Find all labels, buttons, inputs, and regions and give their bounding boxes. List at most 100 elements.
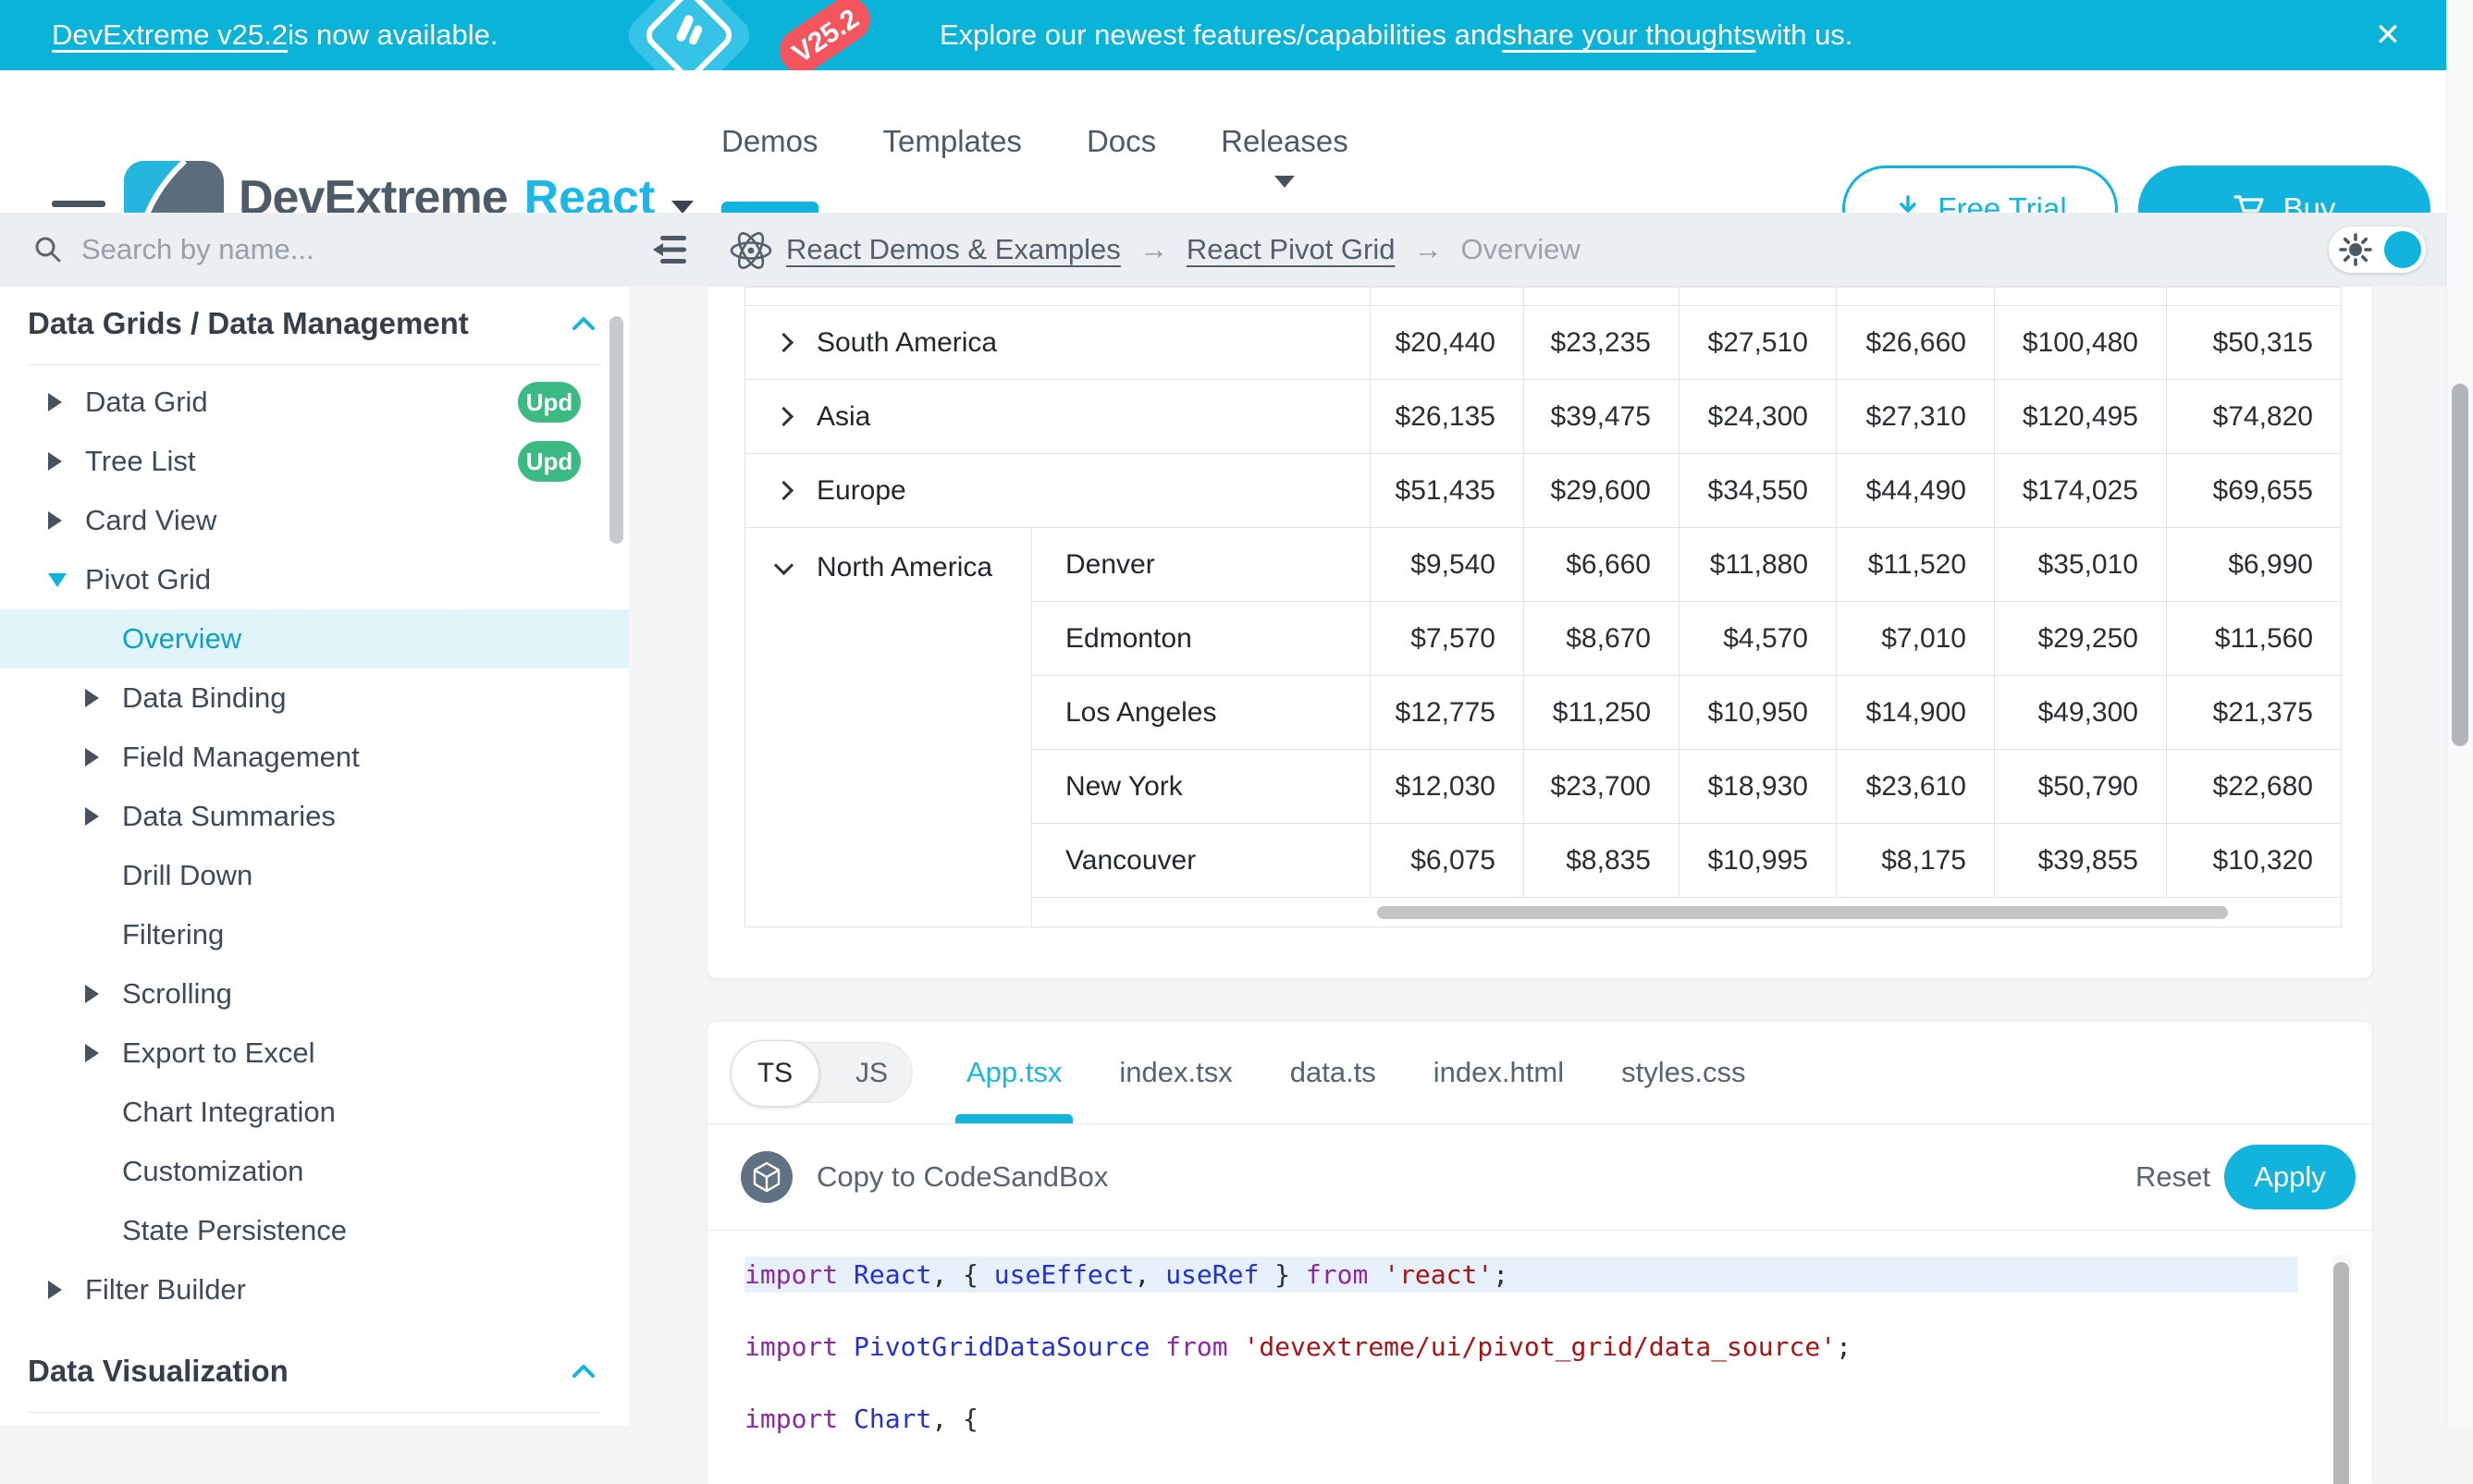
code-scrollbar-track [2332, 1255, 2352, 1484]
code-line [744, 1293, 2372, 1329]
apply-button[interactable]: Apply [2224, 1145, 2356, 1209]
pivot-value-cell: $39,855 [1995, 824, 2167, 898]
collapse-sidebar-icon[interactable] [649, 231, 690, 273]
sidebar-section-data-visualization[interactable]: Data Visualization [28, 1353, 596, 1390]
pivot-city-cell: New York [1032, 750, 1371, 824]
nav-item-demos[interactable]: Demos [721, 70, 818, 213]
tab-index-html[interactable]: index.html [1433, 1022, 1564, 1123]
region-label: South America [817, 327, 997, 359]
sidebar-item-pivot-grid[interactable]: Pivot Grid [0, 550, 629, 609]
table-row-asia: Asia$26,135$39,475$24,300$27,310$120,495… [745, 380, 2342, 454]
nav-item-docs[interactable]: Docs [1087, 70, 1156, 213]
sidebar-item-label: Data Binding [122, 681, 287, 715]
pivot-value-cell: $7,010 [1837, 602, 1995, 676]
code-scrollbar-thumb[interactable] [2333, 1262, 2349, 1484]
region-label: Asia [817, 401, 870, 433]
sidebar-item-filter-builder[interactable]: Filter Builder [0, 1260, 629, 1319]
language-option-js[interactable]: JS [855, 1043, 888, 1104]
pivot-value-cell: $51,435 [1371, 454, 1524, 528]
code-editor[interactable]: import React, { useEffect, useRef } from… [707, 1231, 2372, 1484]
breadcrumb-link-pivot-grid[interactable]: React Pivot Grid [1187, 233, 1396, 266]
page-scrollbar-thumb[interactable] [2452, 384, 2468, 746]
sidebar-item-export-to-excel[interactable]: Export to Excel [0, 1024, 629, 1083]
nav-item-releases[interactable]: Releases [1221, 70, 1348, 213]
tab-data-ts[interactable]: data.ts [1290, 1022, 1376, 1123]
sidebar-section-data-grids[interactable]: Data Grids / Data Management [28, 305, 596, 342]
pivot-region-cell[interactable]: South America [745, 306, 1371, 380]
sidebar-item-data-binding[interactable]: Data Binding [0, 668, 629, 728]
tab-styles-css[interactable]: styles.css [1621, 1022, 1745, 1123]
pivot-value-cell: $29,250 [1995, 602, 2167, 676]
tab-index-tsx[interactable]: index.tsx [1119, 1022, 1232, 1123]
code-token: 'devextreme/ui/pivot_grid/data_source' [1243, 1331, 1836, 1362]
nav-item-templates[interactable]: Templates [883, 70, 1022, 213]
sidebar-item-card-view[interactable]: Card View [0, 491, 629, 550]
sidebar-item-customization[interactable]: Customization [0, 1142, 629, 1201]
table-row-europe: Europe$51,435$29,600$34,550$44,490$174,0… [745, 454, 2342, 528]
chevron-right-icon[interactable] [774, 407, 794, 426]
code-token: import [744, 1331, 854, 1362]
chevron-right-icon [85, 748, 122, 767]
pivot-city-cell: Los Angeles [1032, 676, 1371, 750]
sidebar-scrollbar-thumb[interactable] [609, 316, 623, 544]
pivot-region-cell[interactable]: Asia [745, 380, 1371, 454]
pivot-value-cell: $34,550 [1679, 454, 1837, 528]
pivot-value-cell: $8,175 [1837, 824, 1995, 898]
sidebar-item-tree-list[interactable]: Tree ListUpd [0, 432, 629, 491]
pivot-value-cell [2167, 288, 2342, 306]
chevron-right-icon[interactable] [774, 333, 794, 352]
sidebar-item-scrolling[interactable]: Scrolling [0, 964, 629, 1024]
copy-to-codesandbox-label: Copy to CodeSandBox [817, 1160, 1108, 1194]
pivot-value-cell: $27,510 [1679, 306, 1837, 380]
banner-version-link[interactable]: DevExtreme v25.2 [52, 18, 288, 52]
breadcrumb-current: Overview [1461, 233, 1581, 266]
sidebar: Data Grids / Data Management Data GridUp… [0, 213, 629, 1426]
chevron-right-icon [48, 1281, 85, 1299]
breadcrumb-separator: → [1414, 233, 1443, 266]
pivot-value-cell [1995, 288, 2167, 306]
sidebar-item-overview[interactable]: Overview [0, 609, 629, 668]
upd-badge: Upd [518, 382, 581, 423]
sidebar-item-drill-down[interactable]: Drill Down [0, 846, 629, 905]
banner-close-button[interactable]: ✕ [2360, 0, 2416, 70]
nav-label: Docs [1087, 124, 1156, 159]
theme-toggle[interactable] [2329, 227, 2426, 273]
sidebar-item-label: Card View [85, 504, 216, 537]
code-line: import Chart, { [744, 1401, 2372, 1437]
banner-version-rest: is now available. [288, 18, 498, 52]
pivot-value-cell: $49,300 [1995, 676, 2167, 750]
banner-share-link[interactable]: share your thoughts [1502, 18, 1755, 52]
language-toggle[interactable]: TS JS [732, 1042, 913, 1103]
sidebar-item-label: Customization [122, 1155, 303, 1188]
sidebar-search [0, 213, 629, 287]
tab-app-tsx[interactable]: App.tsx [966, 1022, 1062, 1123]
copy-to-codesandbox-button[interactable]: Copy to CodeSandBox [741, 1124, 1108, 1230]
reset-button[interactable]: Reset [2135, 1124, 2210, 1230]
language-option-ts[interactable]: TS [731, 1040, 819, 1107]
chevron-right-icon [85, 1044, 122, 1062]
theme-toggle-knob[interactable] [2384, 231, 2421, 268]
sidebar-items: Data GridUpdTree ListUpdCard ViewPivot G… [0, 373, 629, 1319]
search-icon [33, 235, 63, 264]
code-line: import PivotGridDataSource from 'devextr… [744, 1329, 2372, 1365]
chevron-right-icon[interactable] [774, 481, 794, 500]
sidebar-item-filtering[interactable]: Filtering [0, 905, 629, 964]
pivot-value-cell: $10,320 [2167, 824, 2342, 898]
pivot-region-cell[interactable]: North America [745, 528, 1032, 927]
sidebar-item-state-persistence[interactable]: State Persistence [0, 1201, 629, 1260]
horizontal-scrollbar-thumb[interactable] [1377, 906, 2228, 919]
sidebar-item-chart-integration[interactable]: Chart Integration [0, 1083, 629, 1142]
pivot-value-cell: $21,375 [2167, 676, 2342, 750]
sidebar-item-field-management[interactable]: Field Management [0, 728, 629, 787]
sidebar-item-data-grid[interactable]: Data GridUpd [0, 373, 629, 432]
pivot-value-cell [1524, 288, 1679, 306]
pivot-region-cell[interactable]: Europe [745, 454, 1371, 528]
sidebar-item-label: Tree List [85, 445, 195, 478]
pivot-city-cell: Vancouver [1032, 824, 1371, 898]
breadcrumb-link-demos[interactable]: React Demos & Examples [786, 233, 1121, 266]
pivot-value-cell: $50,315 [2167, 306, 2342, 380]
search-input[interactable] [81, 233, 544, 266]
sidebar-item-data-summaries[interactable]: Data Summaries [0, 787, 629, 846]
pivot-value-cell: $22,680 [2167, 750, 2342, 824]
chevron-down-icon[interactable] [774, 555, 794, 574]
